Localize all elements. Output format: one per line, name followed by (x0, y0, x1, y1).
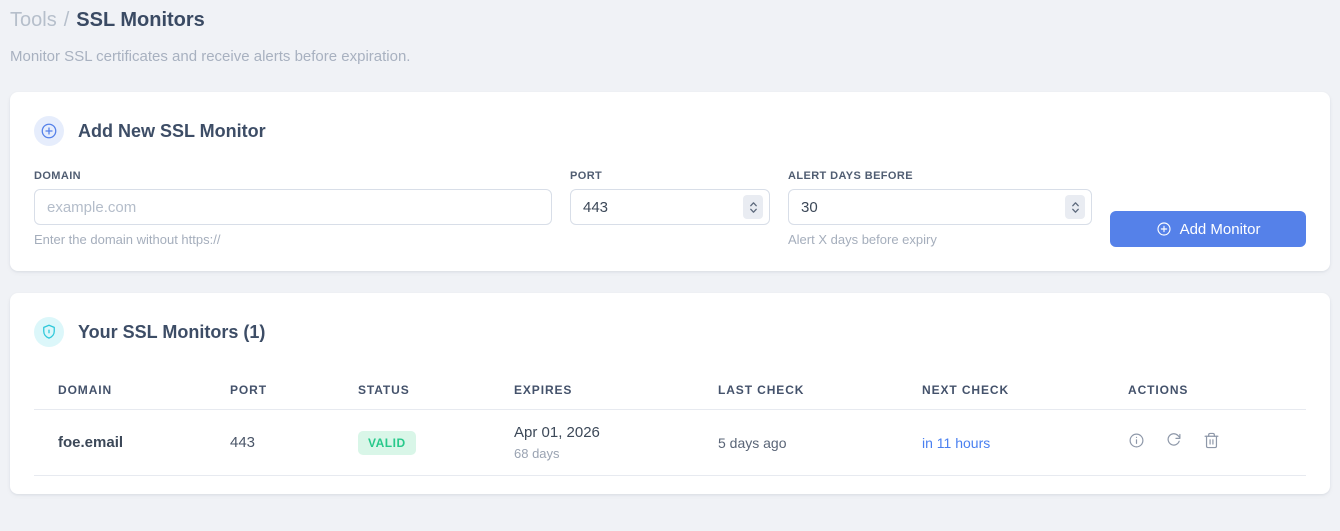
port-stepper[interactable] (743, 195, 763, 219)
col-header-domain: DOMAIN (34, 371, 206, 410)
table-header-row: DOMAIN PORT STATUS EXPIRES LAST CHECK NE… (34, 371, 1306, 410)
domain-label: DOMAIN (34, 170, 82, 182)
breadcrumb: Tools / SSL Monitors (10, 8, 1330, 32)
breadcrumb-tools-link[interactable]: Tools (10, 9, 57, 31)
monitor-port: 443 (206, 409, 334, 476)
monitor-next-check: in 11 hours (898, 409, 1104, 476)
col-header-actions: ACTIONS (1104, 371, 1306, 410)
monitor-row: foe.email 443 VALID Apr 01, 2026 68 days… (34, 409, 1306, 476)
port-label: PORT (570, 170, 603, 182)
monitors-table: DOMAIN PORT STATUS EXPIRES LAST CHECK NE… (34, 371, 1306, 476)
monitor-domain: foe.email (34, 409, 206, 476)
page-title: SSL Monitors (76, 9, 205, 31)
alert-days-label: ALERT DAYS BEFORE (788, 170, 913, 182)
submit-button-wrap: Add Monitor (1110, 170, 1306, 247)
expires-days-remaining: 68 days (514, 446, 560, 461)
port-field-group: PORT (570, 170, 770, 225)
port-input[interactable] (570, 189, 770, 225)
plus-circle-icon (34, 116, 64, 146)
monitors-title: Your SSL Monitors (1) (78, 321, 266, 342)
breadcrumb-separator: / (63, 9, 70, 31)
monitor-actions-cell (1104, 409, 1306, 476)
plus-circle-icon (1156, 221, 1172, 237)
add-monitor-title: Add New SSL Monitor (78, 120, 266, 141)
refresh-icon[interactable] (1165, 432, 1182, 449)
page: Tools / SSL Monitors Monitor SSL certifica… (0, 0, 1340, 494)
monitor-last-check: 5 days ago (694, 409, 898, 476)
col-header-status: STATUS (334, 371, 490, 410)
monitor-status-cell: VALID (334, 409, 490, 476)
status-badge: VALID (358, 430, 416, 455)
alert-days-stepper[interactable] (1065, 195, 1085, 219)
domain-input[interactable] (34, 189, 552, 225)
monitors-header: Your SSL Monitors (1) (34, 317, 1306, 347)
alert-days-input[interactable] (788, 189, 1092, 225)
alert-days-helper-text: Alert X days before expiry (788, 232, 937, 247)
add-monitor-button-label: Add Monitor (1179, 220, 1261, 238)
col-header-port: PORT (206, 371, 334, 410)
info-icon[interactable] (1128, 432, 1145, 449)
domain-field-group: DOMAIN Enter the domain without https:// (34, 170, 552, 247)
expires-date: Apr 01, 2026 (514, 424, 600, 441)
add-monitor-button[interactable]: Add Monitor (1110, 211, 1306, 247)
add-monitor-header: Add New SSL Monitor (34, 116, 1306, 146)
col-header-last-check: LAST CHECK (694, 371, 898, 410)
add-monitor-form: DOMAIN Enter the domain without https://… (34, 170, 1306, 247)
monitor-expires-cell: Apr 01, 2026 68 days (490, 409, 694, 476)
trash-icon[interactable] (1203, 432, 1220, 449)
domain-helper-text: Enter the domain without https:// (34, 232, 221, 247)
monitors-card: Your SSL Monitors (1) DOMAIN PORT STATUS… (10, 293, 1330, 494)
alert-days-field-group: ALERT DAYS BEFORE Alert X days before ex… (788, 170, 1092, 247)
col-header-expires: EXPIRES (490, 371, 694, 410)
col-header-next-check: NEXT CHECK (898, 371, 1104, 410)
page-subtitle: Monitor SSL certificates and receive ale… (10, 48, 411, 65)
add-monitor-card: Add New SSL Monitor DOMAIN Enter the dom… (10, 92, 1330, 271)
shield-icon (34, 317, 64, 347)
